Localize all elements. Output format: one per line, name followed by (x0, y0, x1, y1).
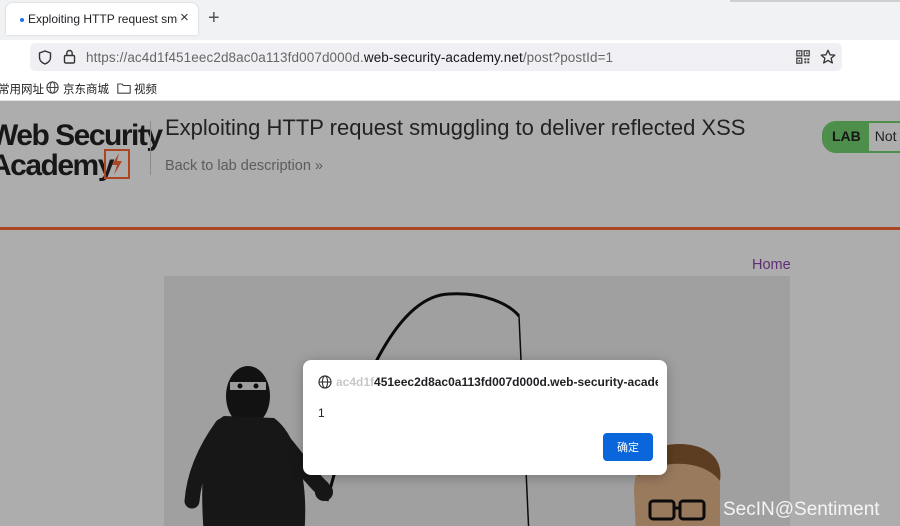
tab-title: Exploiting HTTP request smuggling (28, 12, 178, 26)
watermark: SecIN@Sentiment (723, 499, 880, 520)
new-tab-button[interactable]: + (208, 8, 220, 28)
ok-button[interactable]: 确定 (603, 433, 653, 461)
dialog-message: 1 (318, 406, 325, 420)
bookmark-label: 京东商城 (63, 84, 109, 96)
tab-strip: Exploiting HTTP request smuggling × + (0, 0, 900, 40)
close-tab-icon[interactable]: × (180, 10, 189, 26)
lock-icon[interactable] (63, 49, 76, 64)
url-host: web-security-academy.net (363, 50, 523, 65)
shield-icon[interactable] (38, 50, 52, 65)
url-prefix: https://ac4d1f451eec2d8ac0a113fd007d000d… (86, 50, 364, 65)
bookmarks-bar: 常用网址 京东商城 视频 (0, 76, 900, 101)
folder-icon (117, 83, 131, 94)
url-text[interactable]: https://ac4d1f451eec2d8ac0a113fd007d000d… (86, 50, 613, 65)
address-bar[interactable]: https://ac4d1f451eec2d8ac0a113fd007d000d… (30, 43, 842, 71)
bookmark-frequent-sites[interactable]: 常用网址 (0, 81, 44, 97)
bookmark-label: 视频 (134, 84, 157, 96)
bookmark-label: 常用网址 (0, 84, 44, 96)
qr-code-icon[interactable] (796, 50, 810, 64)
bookmark-jd-mall[interactable]: 京东商城 (46, 81, 109, 97)
tab-strip-edge (730, 0, 900, 2)
browser-tab[interactable]: Exploiting HTTP request smuggling × (6, 3, 198, 35)
url-path: /post?postId=1 (522, 50, 614, 65)
dialog-origin: ac4d1f451eec2d8ac0a113fd007d000d.web-sec… (336, 375, 658, 389)
bookmark-star-icon[interactable] (820, 49, 836, 65)
bookmark-videos-folder[interactable]: 视频 (117, 81, 157, 97)
globe-icon (318, 375, 332, 389)
globe-icon (46, 81, 59, 94)
tab-loading-dot-icon (20, 18, 24, 22)
navigation-toolbar: https://ac4d1f451eec2d8ac0a113fd007d000d… (0, 40, 900, 76)
alert-dialog: ac4d1f451eec2d8ac0a113fd007d000d.web-sec… (303, 360, 667, 475)
dialog-origin-faded: ac4d1f (336, 375, 375, 389)
dialog-origin-host: 451eec2d8ac0a113fd007d000d.web-security-… (374, 375, 658, 389)
